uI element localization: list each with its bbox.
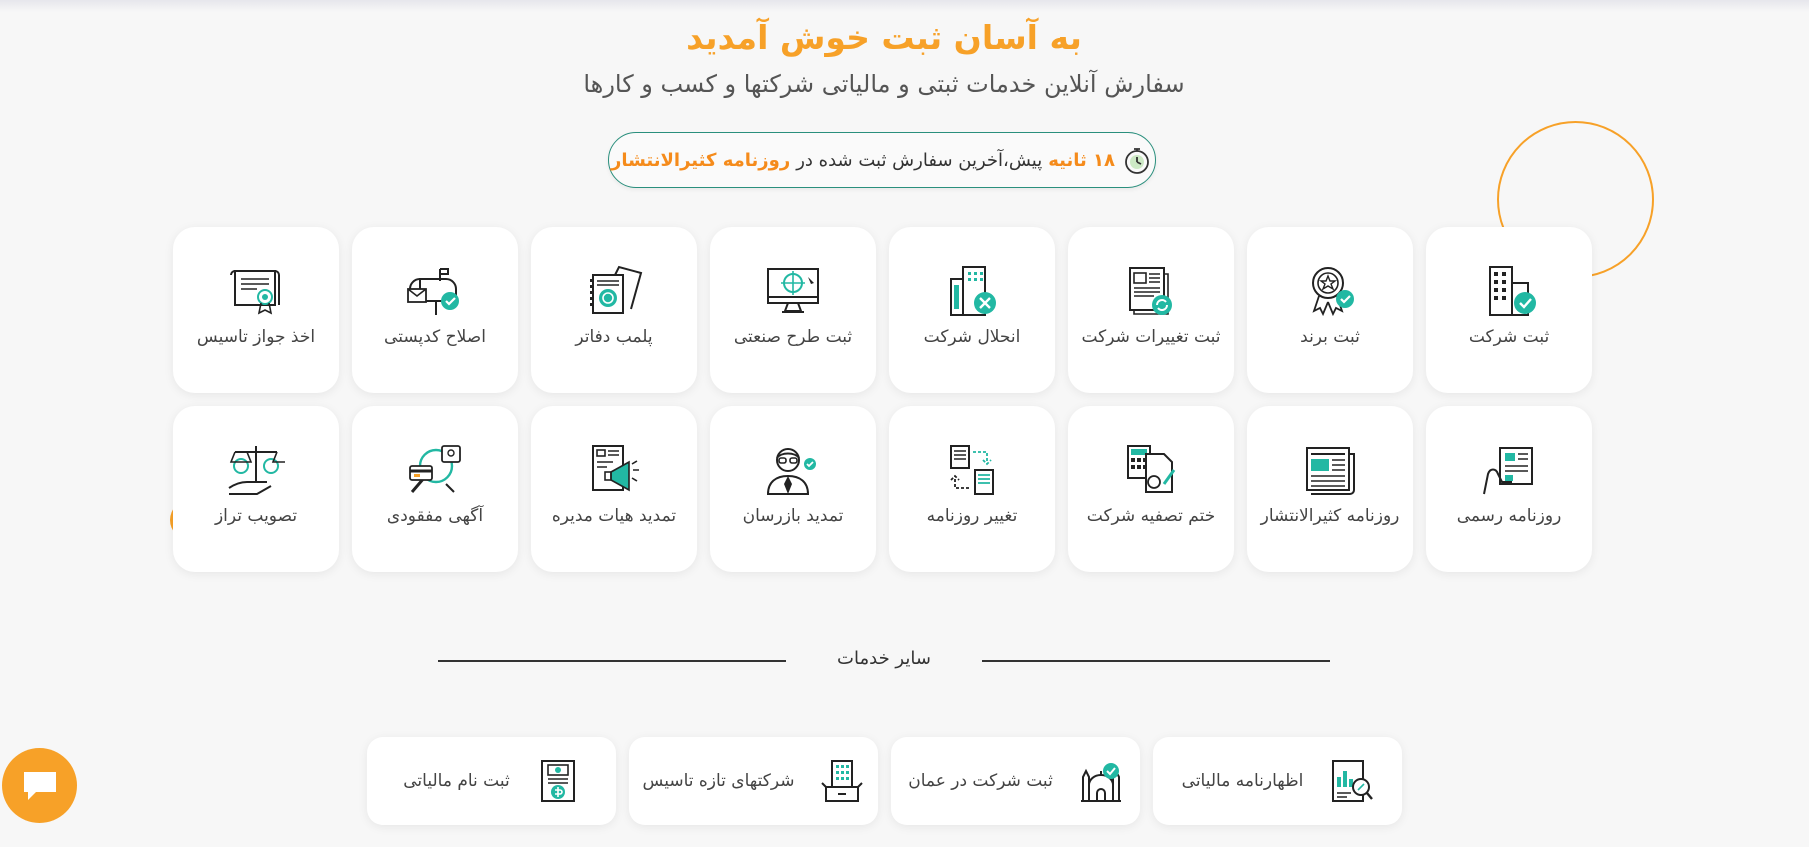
service-card-lost-notice[interactable]: آگهی مفقودی <box>352 406 518 572</box>
monitor-design-icon <box>767 268 819 313</box>
service-label: اخذ جواز تاسیس <box>196 327 316 347</box>
hand-newspaper-icon <box>1483 447 1533 495</box>
service-card-company-changes[interactable]: ثبت تغییرات شرکت <box>1068 227 1234 393</box>
mailbox-icon <box>407 268 459 315</box>
other-service-new-companies[interactable]: شرکتهای تازه تاسیس <box>629 737 878 825</box>
service-label: روزنامه کثیرالانتشار <box>1260 506 1400 526</box>
tax-register-icon <box>540 760 575 802</box>
chat-button[interactable] <box>2 748 77 823</box>
service-card-book-sealing[interactable]: پلمب دفاتر <box>531 227 697 393</box>
award-badge-icon <box>1312 267 1354 317</box>
mosque-check-icon <box>1080 763 1121 802</box>
service-card-official-gazette[interactable]: روزنامه رسمی <box>1426 406 1592 572</box>
service-label: ثبت طرح صنعتی <box>733 327 853 347</box>
service-label: ثبت برند <box>1300 327 1360 347</box>
service-label: پلمب دفاتر <box>575 327 653 347</box>
newspaper-refresh-icon <box>1129 267 1172 315</box>
other-service-tax-declaration[interactable]: اظهارنامه مالیاتی <box>1153 737 1402 825</box>
tax-declaration-icon <box>1332 760 1374 802</box>
service-card-industrial-design[interactable]: ثبت طرح صنعتی <box>710 227 876 393</box>
page-title: به آسان ثبت خوش آمدید <box>686 18 1082 57</box>
service-card-company-dissolution[interactable]: انحلال شرکت <box>889 227 1055 393</box>
balance-scale-icon <box>228 446 285 495</box>
top-bar-shadow <box>0 0 1809 12</box>
stopwatch-icon <box>1121 144 1153 176</box>
services-grid: ثبت شرکت ثبت برند ثبت تغییرات شرکت انحلا… <box>173 227 1592 572</box>
service-label: تمدید بازرسان <box>742 506 844 526</box>
service-card-postal-code-fix[interactable]: اصلاح کدپستی <box>352 227 518 393</box>
service-card-balance-approval[interactable]: تصویب تراز <box>173 406 339 572</box>
service-card-change-newspaper[interactable]: تغییر روزنامه <box>889 406 1055 572</box>
other-service-label: ثبت شرکت در عمان <box>908 771 1053 791</box>
page-subtitle: سفارش آنلاین خدمات ثبتی و مالیاتی شرکتها… <box>583 70 1185 98</box>
service-card-widespread-newspaper[interactable]: روزنامه کثیرالانتشار <box>1247 406 1413 572</box>
calculator-document-icon <box>1127 445 1176 493</box>
service-card-liquidation[interactable]: ختم تصفیه شرکت <box>1068 406 1234 572</box>
chat-bubble-icon <box>23 771 56 800</box>
last-order-service: روزنامه کثیرالانتشار <box>610 149 791 171</box>
other-service-label: ثبت نام مالیاتی <box>403 771 510 791</box>
service-label: ثبت شرکت <box>1468 327 1550 347</box>
other-services-divider: سایر خدمات <box>438 648 1330 672</box>
service-label: تمدید هیات مدیره <box>551 506 677 526</box>
service-label: ثبت تغییرات شرکت <box>1081 327 1221 347</box>
other-service-tax-registration[interactable]: ثبت نام مالیاتی <box>367 737 616 825</box>
service-card-establishment-license[interactable]: اخذ جواز تاسیس <box>173 227 339 393</box>
building-check-icon <box>1489 266 1536 316</box>
service-label: آگهی مفقودی <box>386 506 484 526</box>
other-service-oman-registration[interactable]: ثبت شرکت در عمان <box>891 737 1140 825</box>
service-label: تغییر روزنامه <box>926 506 1018 526</box>
building-close-icon <box>950 266 996 316</box>
last-order-time: ۱۸ ثانیه <box>1048 149 1116 171</box>
service-card-company-registration[interactable]: ثبت شرکت <box>1426 227 1592 393</box>
lost-card-search-icon <box>409 445 461 493</box>
other-services-title: سایر خدمات <box>837 648 931 669</box>
service-card-brand-registration[interactable]: ثبت برند <box>1247 227 1413 393</box>
other-service-label: اظهارنامه مالیاتی <box>1181 771 1304 791</box>
last-order-banner: ۱۸ ثانیه پیش،آخرین سفارش ثبت شده در روزن… <box>608 132 1156 188</box>
new-company-box-icon <box>821 760 864 802</box>
inspector-person-icon <box>766 448 816 495</box>
newspaper-icon <box>1306 447 1355 495</box>
ledger-books-icon <box>590 265 643 314</box>
other-service-label: شرکتهای تازه تاسیس <box>642 771 795 791</box>
certificate-icon <box>230 270 280 315</box>
last-order-text: پیش،آخرین سفارش ثبت شده در <box>796 149 1043 171</box>
service-label: ختم تصفیه شرکت <box>1086 506 1216 526</box>
swap-documents-icon <box>950 445 994 495</box>
service-card-board-renewal[interactable]: تمدید هیات مدیره <box>531 406 697 572</box>
service-label: روزنامه رسمی <box>1456 506 1562 526</box>
megaphone-document-icon <box>592 445 639 492</box>
service-card-inspectors-renewal[interactable]: تمدید بازرسان <box>710 406 876 572</box>
service-label: تصویب تراز <box>214 506 298 526</box>
service-label: اصلاح کدپستی <box>384 327 486 347</box>
other-services-list: اظهارنامه مالیاتی ثبت شرکت در عمان شرکته… <box>364 737 1402 825</box>
service-label: انحلال شرکت <box>923 327 1021 347</box>
